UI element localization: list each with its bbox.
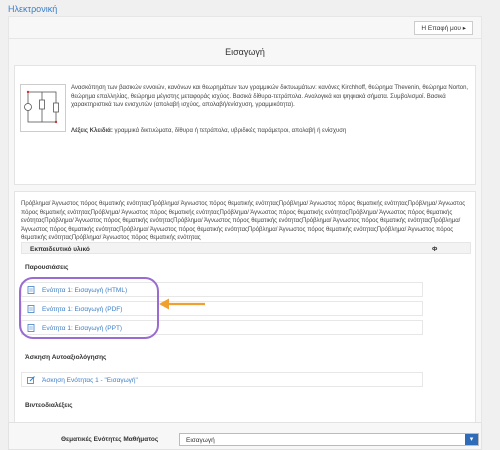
my-course-button[interactable]: Η Επαφή μου ▸: [414, 21, 473, 35]
self-assessment-link[interactable]: Άσκηση Ενότητας 1 - "Εισαγωγή": [42, 377, 138, 384]
page-title: Εισαγωγή: [225, 47, 265, 57]
units-select-label: Θεματικές Ενότητες Μαθήματος: [61, 436, 159, 443]
prerequisites-text: Πρόβλημα/ Άγνωστος πόρος θεματικής ενότη…: [21, 201, 466, 242]
pointer-arrow-icon: [159, 298, 205, 310]
circuit-diagram-thumbnail: [20, 84, 66, 132]
course-title[interactable]: Ηλεκτρονική: [8, 4, 57, 14]
chevron-down-icon[interactable]: ▾: [465, 434, 478, 445]
units-select-panel: Θεματικές Ενότητες Μαθήματος Εισαγωγή ▾: [8, 422, 482, 450]
materials-header-right: Φ: [432, 246, 438, 253]
units-select-value: Εισαγωγή: [186, 436, 215, 444]
circuit-diagram-icon: [24, 90, 59, 124]
keywords-label: Λέξεις Κλειδιά:: [71, 128, 113, 134]
description-card: Ανασκόπηση των βασικών εννοιών, κανόνων …: [14, 65, 476, 185]
keywords: Λέξεις Κλειδιά: γραμμικά δικτυώματα, δίθ…: [71, 128, 471, 134]
edit-icon: [27, 376, 35, 384]
self-assessment-heading: Άσκηση Αυτοαξιολόγησης: [25, 354, 107, 361]
list-item[interactable]: Άσκηση Ενότητας 1 - "Εισαγωγή": [21, 372, 423, 387]
unit-panel: Η Επαφή μου ▸ Εισαγωγή Ανασκόπηση των βα…: [8, 16, 482, 448]
videos-heading: Βιντεοδιαλέξεις: [25, 402, 73, 409]
units-select[interactable]: Εισαγωγή ▾: [179, 433, 479, 446]
toolbar: Η Επαφή μου ▸: [9, 17, 481, 39]
presentations-heading: Παρουσιάσεις: [25, 264, 69, 271]
materials-header-label: Εκπαιδευτικό υλικό: [30, 246, 90, 253]
highlight-circle: [19, 277, 159, 339]
keywords-value: γραμμικά δικτυώματα, δίθυρα ή τετράπολα,…: [114, 128, 347, 134]
unit-description: Ανασκόπηση των βασικών εννοιών, κανόνων …: [71, 85, 469, 108]
materials-header: Εκπαιδευτικό υλικό Φ: [21, 242, 471, 254]
